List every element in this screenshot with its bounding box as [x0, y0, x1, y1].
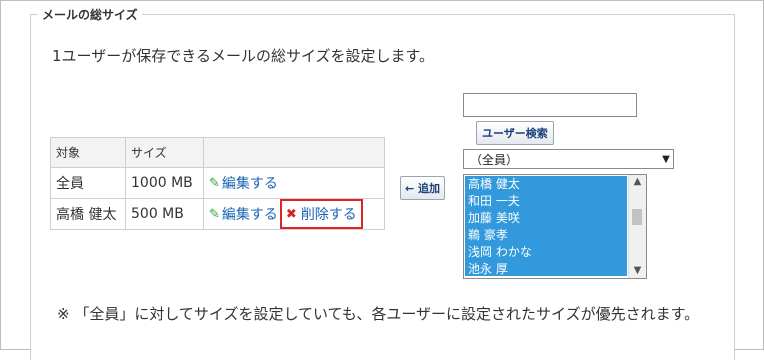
section-description: 1ユーザーが保存できるメールの総サイズを設定します。 [52, 47, 434, 65]
list-item[interactable]: 浅岡 わかな [465, 244, 627, 261]
size-table: 対象 サイズ 全員 1000 MB ✎ 編集する 高橋 健太 500 MB ✎ … [50, 137, 385, 230]
scrollbar-thumb[interactable] [632, 209, 642, 225]
row-actions: ✎ 編集する [203, 167, 385, 199]
edit-link[interactable]: ✎ 編集する [209, 204, 278, 224]
table-row: 高橋 健太 500 MB ✎ 編集する ✖ 削除する [50, 198, 385, 230]
section-legend: メールの総サイズ [38, 6, 142, 23]
list-item[interactable]: 池永 厚 [465, 261, 627, 278]
list-item[interactable]: 鵜 豪孝 [465, 227, 627, 244]
table-row: 全員 1000 MB ✎ 編集する [50, 167, 385, 199]
priority-note: ※ 「全員」に対してサイズを設定していても、各ユーザーに設定されたサイズが優先さ… [57, 305, 700, 323]
user-listbox[interactable]: 高橋 健太 和田 一夫 加藤 美咲 鵜 豪孝 浅岡 わかな 池永 厚 ▲ ▼ [463, 174, 647, 279]
add-button[interactable]: ← 追加 [400, 176, 446, 200]
delete-link[interactable]: ✖ 削除する [286, 204, 357, 224]
listbox-scrollbar[interactable]: ▲ ▼ [628, 175, 646, 278]
list-item[interactable]: 高橋 健太 [465, 176, 627, 193]
user-list: 高橋 健太 和田 一夫 加藤 美咲 鵜 豪孝 浅岡 わかな 池永 厚 [465, 176, 627, 276]
list-item[interactable]: 和田 一夫 [465, 193, 627, 210]
pencil-icon: ✎ [209, 175, 220, 191]
edit-link-label: 編集する [221, 207, 278, 223]
group-select-value: （全員） [470, 152, 519, 167]
edit-link-label: 編集する [221, 176, 278, 192]
delete-highlight: ✖ 削除する [279, 199, 363, 229]
row-actions: ✎ 編集する ✖ 削除する [203, 198, 385, 230]
column-header-size: サイズ [125, 137, 204, 168]
row-target: 高橋 健太 [50, 198, 126, 230]
row-target: 全員 [50, 167, 126, 199]
chevron-down-icon: ▼ [662, 153, 670, 165]
column-header-target: 対象 [50, 137, 126, 168]
group-select[interactable]: （全員） ▼ [463, 149, 674, 169]
chevron-up-icon[interactable]: ▲ [629, 175, 646, 189]
user-search-input[interactable] [463, 93, 637, 117]
column-header-actions [203, 137, 385, 168]
edit-link[interactable]: ✎ 編集する [209, 173, 278, 193]
delete-link-label: 削除する [300, 207, 357, 223]
chevron-down-icon[interactable]: ▼ [629, 264, 646, 278]
user-search-button[interactable]: ユーザー検索 [476, 121, 554, 145]
table-header-row: 対象 サイズ [50, 137, 385, 168]
row-size: 1000 MB [125, 167, 204, 199]
row-size: 500 MB [125, 198, 204, 230]
list-item[interactable]: 加藤 美咲 [465, 210, 627, 227]
pencil-icon: ✎ [209, 206, 220, 222]
cross-icon: ✖ [285, 206, 297, 222]
